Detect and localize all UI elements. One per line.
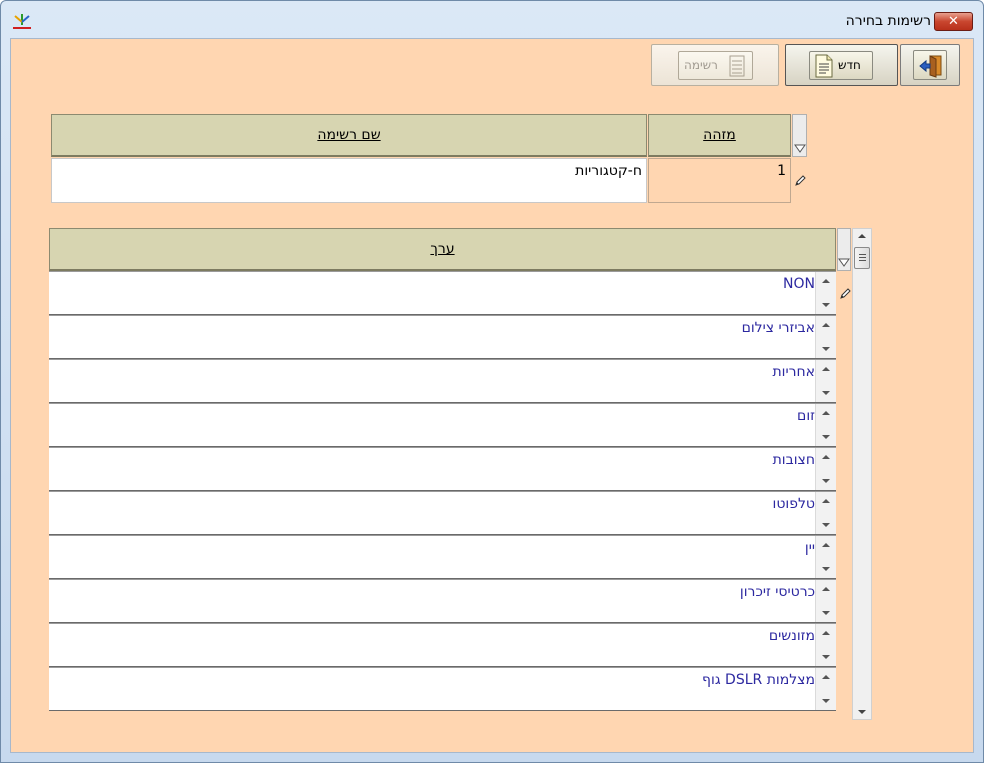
- row-spinner[interactable]: [815, 624, 836, 666]
- filter-corner-values[interactable]: [837, 228, 851, 271]
- id-column-header[interactable]: מזהה: [648, 114, 791, 157]
- row-spinner[interactable]: [815, 492, 836, 534]
- list-name-cell[interactable]: ח-קטגוריות: [51, 158, 647, 203]
- filter-corner-top[interactable]: [792, 114, 807, 157]
- filter-icon: [794, 144, 806, 153]
- list-button: רשימה: [651, 44, 779, 86]
- row-spinner[interactable]: [815, 668, 836, 710]
- value-text: יין: [804, 540, 815, 556]
- app-logo-icon: [13, 14, 31, 29]
- title-bar[interactable]: רשימות בחירה ✕: [1, 1, 983, 38]
- new-button[interactable]: חדש: [785, 44, 898, 86]
- spin-down-icon[interactable]: [822, 435, 830, 439]
- value-text: אחריות: [772, 364, 815, 380]
- value-text: NON: [783, 276, 815, 292]
- grip-icon: [859, 254, 866, 255]
- row-spinner[interactable]: [815, 536, 836, 578]
- spin-down-icon[interactable]: [822, 567, 830, 571]
- value-row[interactable]: זום: [49, 403, 836, 447]
- list-button-label: רשימה: [684, 58, 718, 72]
- row-spinner[interactable]: [815, 316, 836, 358]
- values-list: NON אביזרי צילום אחריות זום חצובות טלפוט…: [49, 271, 836, 711]
- row-spinner[interactable]: [815, 360, 836, 402]
- edit-pencil-icon[interactable]: [838, 287, 852, 301]
- value-row[interactable]: יין: [49, 535, 836, 579]
- spin-down-icon[interactable]: [822, 655, 830, 659]
- spin-down-icon[interactable]: [822, 611, 830, 615]
- value-text: זום: [797, 408, 815, 424]
- row-spinner[interactable]: [815, 404, 836, 446]
- value-text: מזונשים: [768, 628, 815, 644]
- spin-up-icon[interactable]: [822, 499, 830, 503]
- main-panel: חדש רשימה שם רשימה מזהה ח-קטגוריות 1 ערך…: [10, 38, 974, 753]
- exit-door-icon: [919, 55, 942, 78]
- row-spinner[interactable]: [815, 580, 836, 622]
- app-window: רשימות בחירה ✕ חדש רשימה שם רשימה מזהה ח…: [0, 0, 984, 763]
- spin-down-icon[interactable]: [822, 479, 830, 483]
- spin-up-icon[interactable]: [822, 543, 830, 547]
- spin-up-icon[interactable]: [822, 367, 830, 371]
- value-row[interactable]: NON: [49, 271, 836, 315]
- list-id-cell[interactable]: 1: [648, 158, 791, 203]
- spin-up-icon[interactable]: [822, 631, 830, 635]
- value-text: כרטיסי זיכרון: [739, 584, 815, 600]
- spin-up-icon[interactable]: [822, 587, 830, 591]
- window-title: רשימות בחירה: [845, 13, 931, 29]
- value-row[interactable]: מצלמות DSLR גוף: [49, 667, 836, 711]
- spin-up-icon[interactable]: [822, 455, 830, 459]
- spin-up-icon[interactable]: [822, 675, 830, 679]
- spin-down-icon[interactable]: [822, 303, 830, 307]
- spin-up-icon[interactable]: [822, 323, 830, 327]
- edit-pencil-icon[interactable]: [793, 174, 807, 188]
- value-row[interactable]: טלפוטו: [49, 491, 836, 535]
- value-text: חצובות: [772, 452, 815, 468]
- vertical-scrollbar[interactable]: [852, 228, 872, 720]
- scroll-up-icon[interactable]: [858, 234, 866, 238]
- value-row[interactable]: אביזרי צילום: [49, 315, 836, 359]
- new-document-icon: [815, 54, 833, 78]
- spin-down-icon[interactable]: [822, 699, 830, 703]
- row-spinner[interactable]: [815, 448, 836, 490]
- scroll-thumb[interactable]: [854, 247, 870, 269]
- value-row[interactable]: כרטיסי זיכרון: [49, 579, 836, 623]
- close-button[interactable]: ✕: [934, 12, 973, 31]
- value-row[interactable]: אחריות: [49, 359, 836, 403]
- exit-button[interactable]: [900, 44, 960, 86]
- value-text: מצלמות DSLR גוף: [702, 672, 815, 688]
- row-spinner[interactable]: [815, 272, 836, 314]
- spin-up-icon[interactable]: [822, 411, 830, 415]
- new-button-label: חדש: [838, 58, 861, 72]
- value-row[interactable]: חצובות: [49, 447, 836, 491]
- spin-down-icon[interactable]: [822, 391, 830, 395]
- spin-down-icon[interactable]: [822, 347, 830, 351]
- name-column-header[interactable]: שם רשימה: [51, 114, 647, 157]
- value-column-header[interactable]: ערך: [49, 228, 836, 271]
- spin-up-icon[interactable]: [822, 279, 830, 283]
- value-text: טלפוטו: [772, 496, 816, 512]
- scroll-down-icon[interactable]: [858, 710, 866, 714]
- spin-down-icon[interactable]: [822, 523, 830, 527]
- value-text: אביזרי צילום: [741, 320, 815, 336]
- list-icon: [729, 55, 745, 77]
- value-row[interactable]: מזונשים: [49, 623, 836, 667]
- filter-icon: [838, 258, 850, 267]
